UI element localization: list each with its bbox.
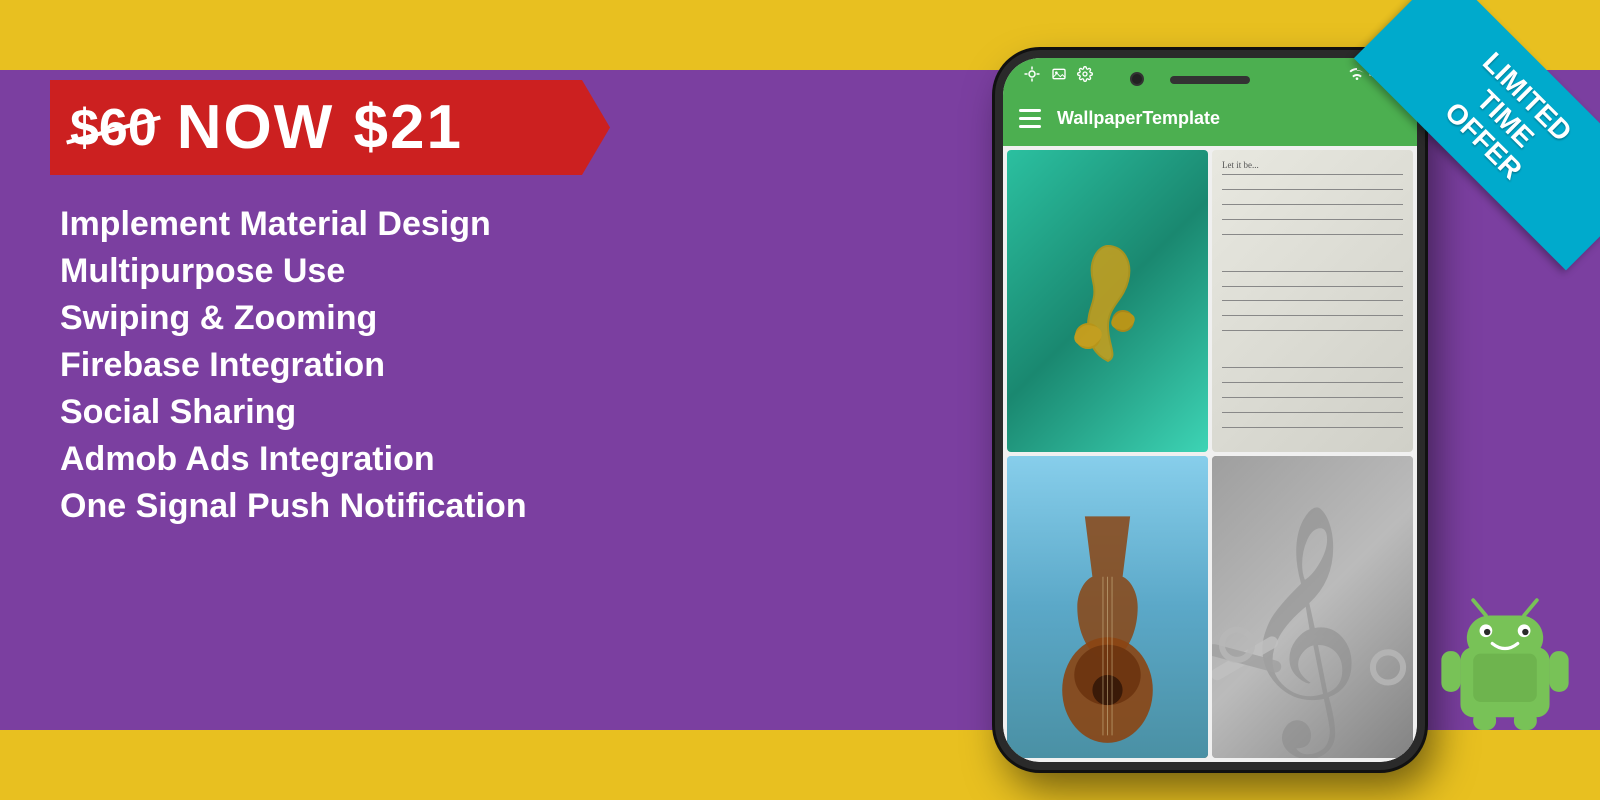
guitar-svg [1007, 456, 1208, 758]
main-container: $60 NOW $21 Implement Material Design Mu… [0, 0, 1600, 800]
wallpaper-cell-3[interactable] [1007, 456, 1208, 758]
feature-item: Firebase Integration [50, 346, 780, 385]
feature-item: One Signal Push Notification [50, 487, 780, 526]
feature-item: Multipurpose Use [50, 252, 780, 291]
status-left-icons [1023, 65, 1093, 83]
photo-icon [1051, 66, 1067, 82]
hamburger-line [1019, 125, 1041, 128]
app-title: WallpaperTemplate [1057, 108, 1220, 129]
feature-item: Admob Ads Integration [50, 440, 780, 479]
android-mascot-svg [1440, 590, 1570, 730]
keys-svg: 𝄞 [1212, 456, 1413, 758]
hamburger-menu[interactable] [1019, 109, 1041, 128]
music-note-svg [1053, 236, 1163, 366]
settings-icon [1077, 66, 1093, 82]
sheet-text: Let it be... [1222, 160, 1259, 170]
features-list: Implement Material Design Multipurpose U… [50, 205, 780, 534]
feature-item: Swiping & Zooming [50, 299, 780, 338]
music-note-decoration [1007, 150, 1208, 452]
wallpaper-cell-1[interactable] [1007, 150, 1208, 452]
svg-text:𝄞: 𝄞 [1237, 508, 1362, 758]
location-icon [1023, 65, 1041, 83]
hamburger-line [1019, 109, 1041, 112]
phone-camera [1130, 72, 1144, 86]
feature-item: Social Sharing [50, 393, 780, 432]
android-mascot [1440, 590, 1570, 730]
new-price: NOW $21 [177, 92, 463, 163]
ribbon-container: LIMITEDTIMEOFFER [1280, 0, 1600, 320]
hamburger-line [1019, 117, 1041, 120]
left-section: $60 NOW $21 Implement Material Design Mu… [0, 0, 820, 800]
phone-speaker [1170, 76, 1250, 84]
limited-time-ribbon: LIMITEDTIMEOFFER [1354, 0, 1600, 271]
ribbon-text: LIMITEDTIMEOFFER [1439, 46, 1578, 185]
old-price: $60 [70, 98, 157, 158]
wallpaper-cell-4[interactable]: 𝄞 [1212, 456, 1413, 758]
price-banner: $60 NOW $21 [50, 80, 610, 175]
feature-item: Implement Material Design [50, 205, 780, 244]
